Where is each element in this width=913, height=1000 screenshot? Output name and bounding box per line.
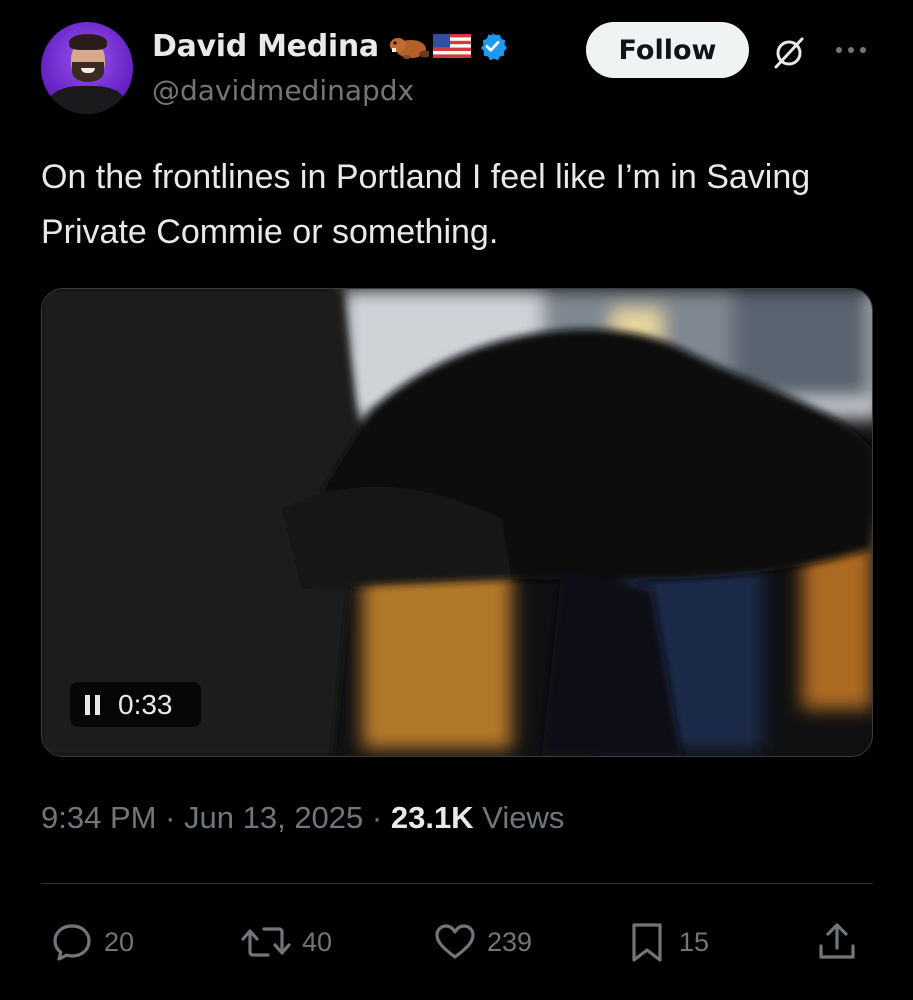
- bookmark-button[interactable]: 15: [625, 910, 709, 974]
- like-button[interactable]: 239: [433, 910, 532, 974]
- author-handle[interactable]: @davidmedinapdx: [152, 74, 414, 107]
- tweet-actions: 20 40 239 15: [0, 910, 913, 974]
- repost-icon: [241, 927, 291, 957]
- author-name-row: David Medina: [152, 26, 507, 66]
- meta-separator-2: ·: [371, 800, 391, 835]
- pause-icon[interactable]: [84, 693, 102, 717]
- beaver-emoji-icon: [389, 38, 429, 59]
- repost-button[interactable]: 40: [240, 910, 332, 974]
- grok-icon[interactable]: [770, 34, 808, 72]
- tweet-time[interactable]: 9:34 PM: [41, 800, 156, 835]
- heart-icon: [435, 924, 475, 959]
- tweet-meta: 9:34 PM · Jun 13, 2025 · 23.1K Views: [41, 800, 564, 836]
- us-flag-emoji-icon: [432, 34, 471, 58]
- repost-count: 40: [302, 926, 333, 957]
- reply-button[interactable]: 20: [50, 910, 134, 974]
- follow-button[interactable]: Follow: [586, 22, 749, 78]
- share-button[interactable]: [815, 910, 859, 974]
- tweet-header: David Medina @davidmedinapdx Follow: [0, 0, 913, 130]
- views-count: 23.1K: [390, 800, 474, 835]
- video-duration: 0:33: [118, 688, 173, 720]
- tweet-text: On the frontlines in Portland I feel lik…: [41, 158, 811, 251]
- like-count: 239: [487, 926, 533, 957]
- verified-badge-icon: [480, 32, 507, 61]
- divider: [41, 883, 873, 884]
- bookmark-count: 15: [679, 926, 710, 957]
- meta-separator: ·: [165, 800, 185, 835]
- more-options-icon[interactable]: [833, 40, 869, 60]
- author-name[interactable]: David Medina: [152, 29, 379, 64]
- avatar[interactable]: [41, 22, 133, 114]
- reply-count: 20: [104, 926, 135, 957]
- video-player[interactable]: 0:33: [41, 288, 873, 757]
- share-icon: [819, 923, 855, 959]
- reply-icon: [53, 924, 91, 961]
- tweet-date[interactable]: Jun 13, 2025: [184, 800, 363, 835]
- views-label: Views: [482, 800, 565, 835]
- bookmark-icon: [632, 923, 662, 962]
- video-controls[interactable]: 0:33: [70, 682, 201, 727]
